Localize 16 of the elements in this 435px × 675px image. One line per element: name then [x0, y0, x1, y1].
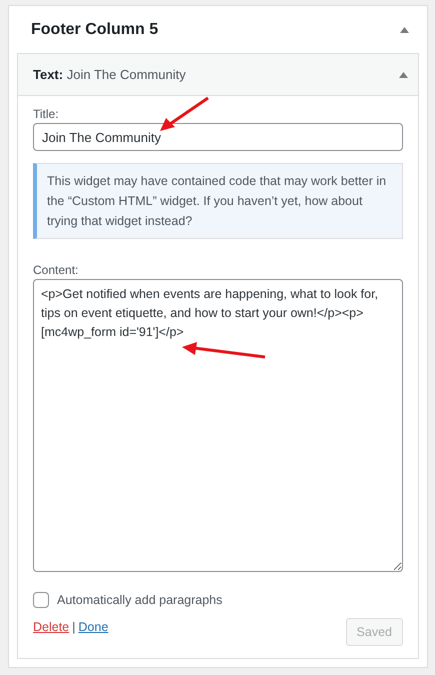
sidebar-title: Footer Column 5 [31, 20, 158, 38]
notice-message: This widget may have contained code that may work better in the “Custom HTML” widget. If you haven’t yet, how about trying that widget instead? [33, 163, 403, 239]
widget-title: Text: Join The Community [33, 67, 186, 82]
title-input[interactable]: Join The Community [33, 123, 403, 151]
title-label: Title: [33, 107, 60, 121]
arrow-annotation [160, 96, 210, 132]
checkbox-label: Automatically add paragraphs [57, 593, 222, 607]
content-label: Content: [33, 263, 80, 277]
separator: | [72, 620, 76, 634]
done-link[interactable]: Done [78, 620, 108, 634]
delete-link[interactable]: Delete [33, 620, 70, 634]
widget-header[interactable]: Text: Join The Community [18, 54, 418, 96]
collapse-icon[interactable] [400, 26, 409, 32]
checkbox[interactable] [33, 592, 49, 608]
collapse-icon[interactable] [399, 72, 408, 78]
content-textarea[interactable]: <p>Get notified when events are happening, what to look for, tips on event etiquette, and how to start your own!</p><p>[mc4wp_form id='91']</p> [33, 279, 403, 572]
